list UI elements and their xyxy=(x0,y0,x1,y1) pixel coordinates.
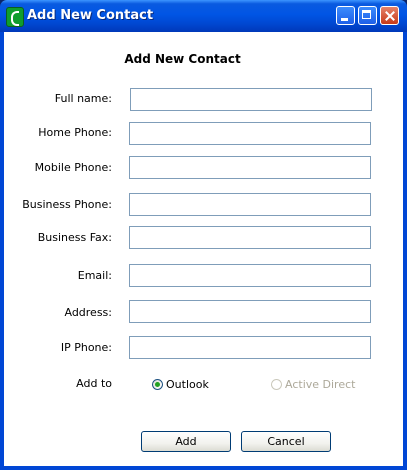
minimize-button[interactable] xyxy=(336,6,355,25)
ip-phone-label: IP Phone: xyxy=(60,341,112,354)
business-phone-field[interactable] xyxy=(129,193,371,216)
active-directory-radio-label: Active Direct xyxy=(285,377,356,391)
add-to-label: Add to xyxy=(76,377,112,390)
ip-phone-field[interactable] xyxy=(129,336,371,359)
business-fax-label: Business Fax: xyxy=(37,231,112,244)
add-button[interactable]: Add xyxy=(141,431,231,452)
radio-checked-icon xyxy=(152,378,163,390)
outlook-radio-label: Outlook xyxy=(166,377,209,391)
full-name-field[interactable] xyxy=(130,88,372,111)
business-phone-label: Business Phone: xyxy=(22,198,112,211)
mobile-phone-label: Mobile Phone: xyxy=(34,161,112,174)
title-bar[interactable]: Add New Contact xyxy=(0,0,407,32)
full-name-label: Full name: xyxy=(54,92,112,105)
window-frame-right xyxy=(403,32,407,470)
window-title: Add New Contact xyxy=(27,8,154,23)
email-label: Email: xyxy=(77,269,112,282)
radio-unchecked-icon xyxy=(271,378,282,390)
active-directory-radio[interactable]: Active Direct xyxy=(271,377,355,391)
email-field[interactable] xyxy=(129,264,371,287)
address-label: Address: xyxy=(64,306,112,319)
window-frame-bottom xyxy=(0,466,407,470)
outlook-radio[interactable]: Outlook xyxy=(152,377,209,391)
mobile-phone-field[interactable] xyxy=(129,156,371,179)
business-fax-field[interactable] xyxy=(129,226,371,249)
close-button[interactable] xyxy=(380,6,399,25)
dialog-window: Add New Contact Add New Contact Full nam… xyxy=(0,0,407,470)
dialog-content: Add New Contact Full name: Home Phone: M… xyxy=(4,32,403,466)
cancel-button[interactable]: Cancel xyxy=(241,431,331,452)
maximize-button[interactable] xyxy=(358,6,377,25)
address-field[interactable] xyxy=(129,300,371,323)
home-phone-label: Home Phone: xyxy=(38,126,112,139)
form-heading: Add New Contact xyxy=(124,52,241,66)
phone-icon xyxy=(6,7,24,27)
home-phone-field[interactable] xyxy=(129,122,371,145)
